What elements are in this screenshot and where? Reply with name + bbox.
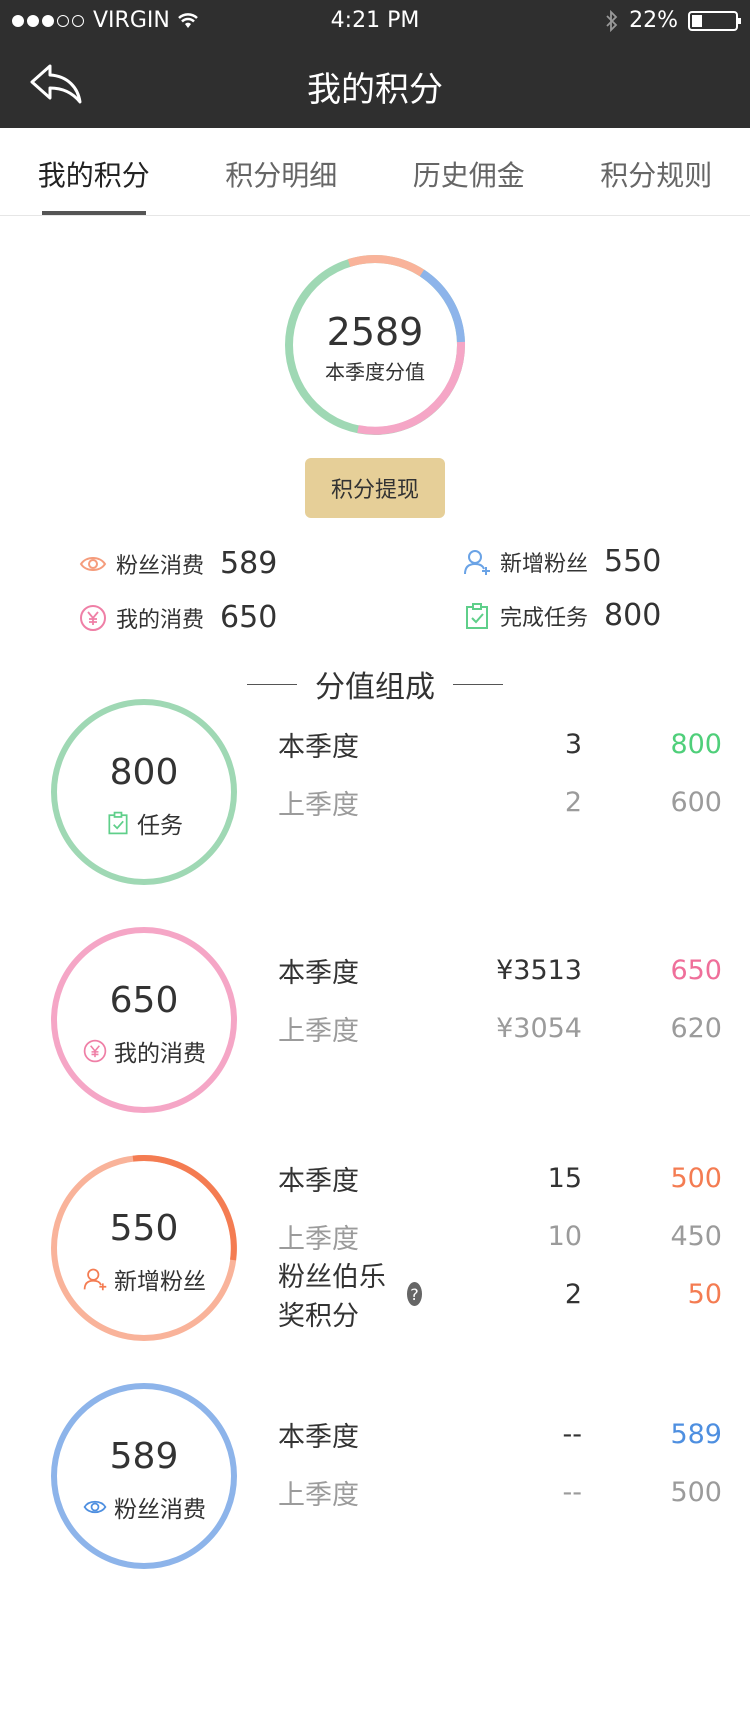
total-points-label: 本季度分值 xyxy=(325,360,425,384)
row-period: 本季度 xyxy=(278,1165,359,1197)
component-new-fans: 550 新增粉丝 本季度 15 500 上季度 10 450 粉丝伯乐奖积分 ?… xyxy=(0,1152,750,1380)
component-label: 任务 xyxy=(137,813,183,839)
user-plus-icon xyxy=(83,1268,107,1291)
component-label: 新增粉丝 xyxy=(114,1269,206,1295)
row-period: 上季度 xyxy=(278,1479,359,1511)
stat-value: 800 xyxy=(604,598,662,633)
row-period: 上季度 xyxy=(278,1223,359,1255)
component-label-row: 新增粉丝 xyxy=(48,1262,240,1296)
component-tasks: 800 任务 本季度 3 800 上季度 2 600 xyxy=(0,696,750,924)
total-points-value: 2589 xyxy=(326,310,424,354)
stat-my-consumption: 我的消费 650 xyxy=(78,600,277,635)
component-fan-consumption: 589 粉丝消费 本季度 -- 589 上季度 -- 500 xyxy=(0,1380,750,1608)
tab-bar: 我的积分 积分明细 历史佣金 积分规则 xyxy=(0,128,750,216)
component-value: 589 xyxy=(109,1436,179,1477)
row-period: 本季度 xyxy=(278,731,359,763)
table-row: 上季度 10 450 xyxy=(278,1216,722,1256)
row-count: -- xyxy=(562,1476,583,1508)
tab-points-detail[interactable]: 积分明细 xyxy=(188,128,376,215)
row-points: 800 xyxy=(670,728,722,760)
tab-points-rules[interactable]: 积分规则 xyxy=(563,128,750,215)
component-label-row: 我的消费 xyxy=(48,1034,240,1068)
stat-fan-consumption: 粉丝消费 589 xyxy=(78,546,277,581)
table-row: 粉丝伯乐奖积分 ? 2 50 xyxy=(278,1262,722,1332)
help-icon[interactable]: ? xyxy=(406,1282,422,1306)
row-period: 本季度 xyxy=(278,957,359,989)
bluetooth-icon xyxy=(606,9,618,32)
stat-completed-tasks: 完成任务 800 xyxy=(462,598,661,633)
row-points: 600 xyxy=(670,786,722,818)
clipboard-check-icon xyxy=(108,811,128,835)
row-period: 上季度 xyxy=(278,789,359,821)
row-period: 本季度 xyxy=(278,1421,359,1453)
row-points: 450 xyxy=(670,1220,722,1252)
component-label-row: 粉丝消费 xyxy=(48,1490,240,1524)
table-row: 上季度 2 600 xyxy=(278,782,722,822)
row-points: 50 xyxy=(687,1278,722,1310)
component-value: 800 xyxy=(109,752,179,793)
stat-value: 550 xyxy=(604,544,662,579)
row-count: 2 xyxy=(564,1278,582,1310)
eye-icon xyxy=(83,1500,107,1514)
row-points: 650 xyxy=(670,954,722,986)
row-points: 500 xyxy=(670,1476,722,1508)
row-count: ¥3054 xyxy=(496,1012,582,1044)
component-label: 粉丝消费 xyxy=(114,1497,206,1523)
eye-icon xyxy=(79,556,107,571)
stat-value: 650 xyxy=(220,600,278,635)
page-title: 我的积分 xyxy=(307,70,443,110)
row-count: 10 xyxy=(547,1220,582,1252)
stat-label: 完成任务 xyxy=(500,605,589,631)
withdraw-points-button[interactable]: 积分提现 xyxy=(305,458,445,518)
points-summary: 2589 本季度分值 积分提现 粉丝消费 589 新增粉丝 550 我的消费 6… xyxy=(0,216,750,705)
status-bar: VIRGIN 4:21 PM 22% xyxy=(0,0,750,40)
row-count: 3 xyxy=(564,728,582,760)
row-count: 15 xyxy=(547,1162,582,1194)
table-row: 本季度 15 500 xyxy=(278,1158,722,1198)
component-value: 650 xyxy=(109,980,179,1021)
stat-label: 我的消费 xyxy=(116,607,205,633)
component-my-consumption: 650 我的消费 本季度 ¥3513 650 上季度 ¥3054 620 xyxy=(0,924,750,1152)
stat-value: 589 xyxy=(220,546,278,581)
stat-label: 粉丝消费 xyxy=(116,553,205,579)
row-points: 589 xyxy=(670,1418,722,1450)
battery-icon xyxy=(688,10,741,31)
table-row: 本季度 -- 589 xyxy=(278,1414,722,1454)
table-row: 上季度 -- 500 xyxy=(278,1472,722,1512)
table-row: 本季度 ¥3513 650 xyxy=(278,950,722,990)
row-points: 500 xyxy=(670,1162,722,1194)
battery-percent: 22% xyxy=(629,8,678,33)
row-count: 2 xyxy=(564,786,582,818)
row-period: 粉丝伯乐奖积分 xyxy=(278,1262,386,1332)
user-plus-icon xyxy=(464,549,490,575)
tab-history-commission[interactable]: 历史佣金 xyxy=(375,128,563,215)
nav-bar: 我的积分 xyxy=(0,40,750,128)
table-row: 本季度 3 800 xyxy=(278,724,722,764)
yen-icon xyxy=(83,1039,107,1063)
table-row: 上季度 ¥3054 620 xyxy=(278,1008,722,1048)
clipboard-check-icon xyxy=(466,602,488,629)
row-points: 620 xyxy=(670,1012,722,1044)
component-label-row: 任务 xyxy=(48,806,240,840)
component-label: 我的消费 xyxy=(114,1041,206,1067)
component-value: 550 xyxy=(109,1208,179,1249)
stat-label: 新增粉丝 xyxy=(500,551,589,577)
yen-icon xyxy=(80,604,106,631)
row-count: -- xyxy=(562,1418,583,1450)
row-period: 上季度 xyxy=(278,1015,359,1047)
tab-my-points[interactable]: 我的积分 xyxy=(0,128,188,215)
stat-new-fans: 新增粉丝 550 xyxy=(462,544,661,579)
row-period-wrap: 粉丝伯乐奖积分 ? xyxy=(278,1255,422,1333)
row-count: ¥3513 xyxy=(496,954,582,986)
